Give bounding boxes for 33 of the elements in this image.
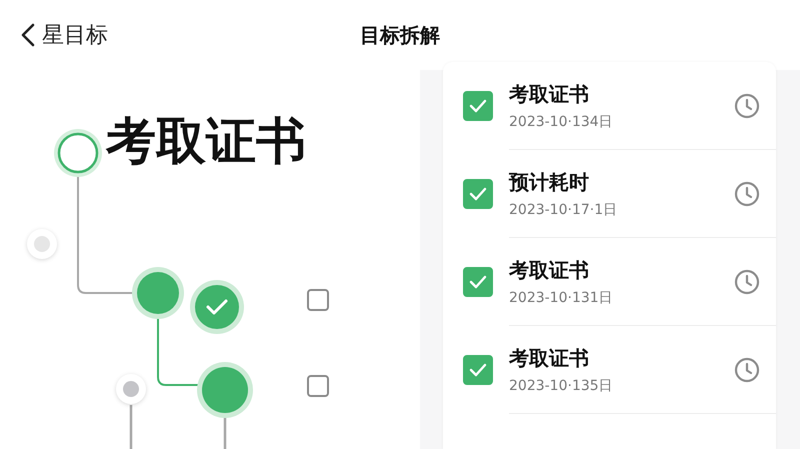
task-date: 2023-10·134日 <box>509 113 613 131</box>
back-icon <box>20 23 36 47</box>
check-icon <box>469 99 487 113</box>
task-title: 预计耗时 <box>509 169 589 196</box>
task-title: 考取证书 <box>509 345 589 372</box>
task-date: 2023-10·135日 <box>509 377 613 395</box>
task-title: 考取证书 <box>509 81 589 108</box>
step-node[interactable] <box>197 362 253 418</box>
task-title: 考取证书 <box>509 257 589 284</box>
clock-icon[interactable] <box>734 93 760 119</box>
task-date: 2023-10·17·1日 <box>509 201 618 219</box>
checkbox[interactable] <box>307 289 329 311</box>
step-dot[interactable] <box>123 381 139 397</box>
clock-icon[interactable] <box>734 357 760 383</box>
clock-icon[interactable] <box>734 269 760 295</box>
check-icon <box>469 187 487 201</box>
check-icon <box>469 363 487 377</box>
back-button[interactable]: 星目标 <box>20 20 108 50</box>
task-checkbox[interactable] <box>463 91 493 121</box>
task-checkbox[interactable] <box>463 267 493 297</box>
task-checkbox[interactable] <box>463 355 493 385</box>
step-node[interactable] <box>132 267 184 319</box>
task-date: 2023-10·131日 <box>509 289 613 307</box>
step-dot[interactable] <box>34 236 50 252</box>
page-title: 目标拆解 <box>360 22 440 46</box>
check-icon <box>469 275 487 289</box>
goal-title: 考取证书 <box>106 116 306 166</box>
done-check-icon[interactable] <box>190 280 244 334</box>
goal-node[interactable] <box>54 129 102 177</box>
task-checkbox[interactable] <box>463 179 493 209</box>
clock-icon[interactable] <box>734 181 760 207</box>
checkbox[interactable] <box>307 375 329 397</box>
connector-line <box>130 405 132 449</box>
